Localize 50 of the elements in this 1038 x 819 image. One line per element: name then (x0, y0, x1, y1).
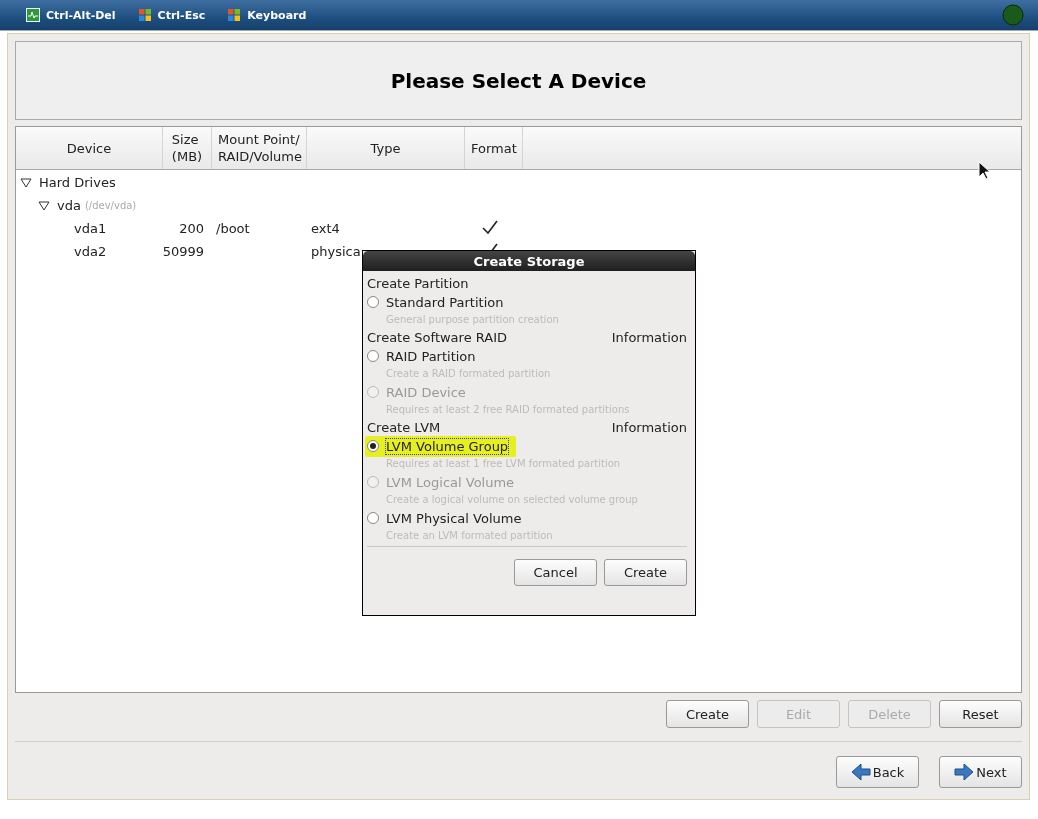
page-title: Please Select A Device (390, 68, 647, 93)
option-label: LVM Logical Volume (386, 474, 515, 490)
collapse-triangle-icon[interactable] (19, 177, 33, 188)
table-cell-text: 200 (178, 221, 205, 236)
information-link[interactable]: Information (611, 419, 687, 435)
monitor-icon (26, 8, 40, 22)
action-button[interactable]: Create (666, 700, 749, 728)
radio-button[interactable] (367, 440, 379, 452)
information-link[interactable]: Information (611, 329, 687, 345)
option-label: RAID Device (386, 384, 466, 400)
option-label: LVM Volume Group (386, 438, 509, 454)
tree-label: Hard Drives (39, 175, 116, 190)
windows-flag-icon (137, 8, 152, 22)
table-cell-text: physica (310, 244, 362, 259)
table-cell-text: vda2 (73, 244, 108, 259)
table-cell: /boot (216, 221, 250, 236)
action-button[interactable]: Reset (939, 700, 1022, 728)
windows-flag-icon (227, 8, 242, 22)
section-heading: Create Software RAID (367, 329, 507, 345)
right-arrow-icon (954, 763, 975, 781)
radio-button[interactable] (367, 350, 379, 362)
table-cell-text: ext4 (310, 221, 341, 236)
tree-label: vda (57, 198, 81, 213)
radio-button[interactable] (367, 512, 379, 524)
radio-button[interactable] (367, 296, 379, 308)
mouse-pointer-icon (978, 161, 990, 180)
back-button[interactable]: Back (836, 756, 919, 788)
table-cell-text: vda1 (73, 221, 108, 236)
column-header[interactable]: Device (16, 127, 163, 169)
table-cell-text: 50999 (162, 244, 205, 259)
toolbar-button[interactable]: Ctrl-Esc (137, 8, 206, 22)
toolbar-button[interactable]: Keyboard (227, 8, 307, 22)
column-header[interactable]: Size (MB) (163, 127, 212, 169)
toolbar-button[interactable]: Ctrl-Alt-Del (26, 8, 116, 22)
section-heading: Create LVM (367, 419, 441, 435)
left-arrow-icon (850, 763, 871, 781)
column-header[interactable]: Type (307, 127, 465, 169)
option-label: Standard Partition (386, 294, 504, 310)
option-label: LVM Physical Volume (386, 510, 522, 526)
status-light-icon (1002, 4, 1024, 26)
collapse-triangle-icon[interactable] (37, 200, 51, 211)
dialog-button[interactable]: Create (604, 559, 687, 586)
section-heading: Create Partition (367, 275, 469, 291)
device-path: (/dev/vda) (84, 200, 137, 211)
dialog-button[interactable]: Cancel (514, 559, 597, 586)
option-label: RAID Partition (386, 348, 476, 364)
next-button[interactable]: Next (939, 756, 1022, 788)
column-header[interactable]: Mount Point/ RAID/Volume (212, 127, 307, 169)
column-header[interactable]: Format (465, 127, 523, 169)
dialog-title: Create Storage (473, 253, 585, 269)
